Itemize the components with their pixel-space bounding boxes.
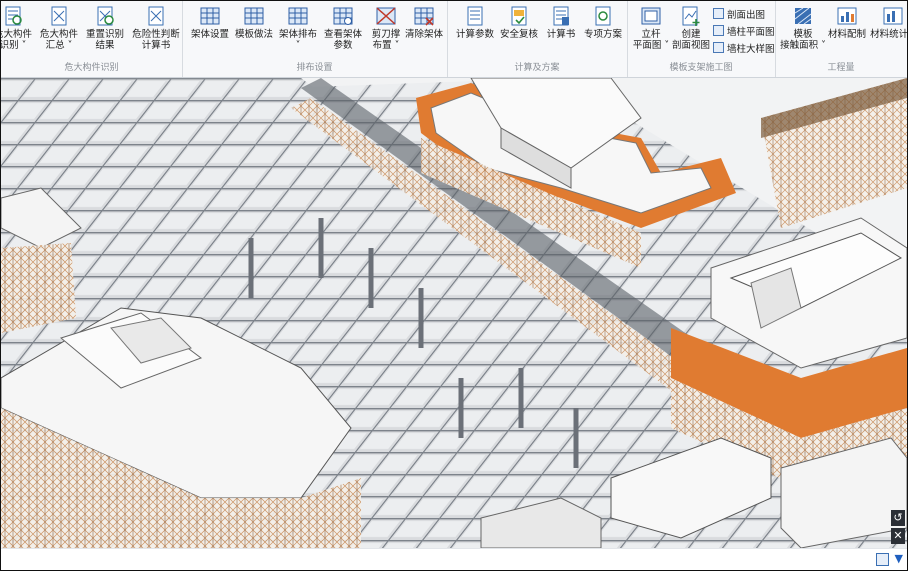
scissor-brace-icon: [375, 5, 397, 27]
calc-report-icon: [550, 5, 572, 27]
app-window: 危大构件 识别 ˅ 危大构件 汇总 ˅ 重置识别 结果 危险性判断 计算书: [0, 0, 908, 571]
risk-calc-report-button[interactable]: 危险性判断 计算书: [129, 5, 183, 51]
layer-icon[interactable]: [876, 553, 889, 566]
group-label-calc: 计算及方案: [514, 63, 560, 73]
calc-params-icon: [464, 5, 486, 27]
hazard-summary-button[interactable]: 危大构件 汇总 ˅: [35, 5, 83, 51]
summary-icon: [48, 5, 70, 27]
safety-check-icon: [508, 5, 530, 27]
group-label-quantity: 工程量: [827, 63, 855, 73]
reset-icon: [94, 5, 116, 27]
formwork-method-button[interactable]: 模板做法: [230, 5, 278, 40]
group-label-hazard: 危大构件识别: [64, 63, 119, 73]
building-model-render: [1, 78, 907, 548]
3d-viewport[interactable]: ↺ ✕: [1, 78, 907, 548]
material-stats-button[interactable]: 材料统计 ˅: [869, 5, 907, 40]
section-view-icon: [680, 5, 702, 27]
params-icon: [332, 5, 354, 27]
hazard-identify-button[interactable]: 危大构件 识别 ˅: [1, 5, 37, 51]
safety-check-button[interactable]: 安全复核: [495, 5, 543, 40]
material-stats-icon: [882, 5, 904, 27]
special-plan-button[interactable]: 专项方案: [579, 5, 627, 40]
frame-grid-icon: [199, 5, 221, 27]
frame-arrange-button[interactable]: 架体排布 ˅: [274, 5, 322, 51]
material-config-button[interactable]: 材料配制: [823, 5, 871, 40]
filter-icon[interactable]: ▼: [895, 552, 903, 565]
section-drawing-button[interactable]: 剖面出图: [713, 6, 765, 21]
frame-settings-button[interactable]: 架体设置: [186, 5, 234, 40]
group-label-drawings: 模板支架施工图: [669, 63, 733, 73]
ribbon-group-layout: 架体设置 模板做法 架体排布 ˅ 查看架体 参数 剪刀撑 布置 ˅ 清除架体 排…: [182, 1, 448, 77]
calc-params-button[interactable]: 计算参数: [451, 5, 499, 40]
ribbon-group-drawings: 立杆 平面图 ˅ 创建 剖面视图 剖面出图 墙柱平面图 墙柱大样图 模板支架施工…: [627, 1, 776, 77]
view-frame-params-button[interactable]: 查看架体 参数: [319, 5, 367, 51]
clear-icon: [413, 5, 435, 27]
calc-report-button[interactable]: 计算书: [537, 5, 585, 40]
wall-column-detail-button[interactable]: 墙柱大样图: [713, 40, 775, 55]
report-icon: [145, 5, 167, 27]
special-plan-icon: [592, 5, 614, 27]
ribbon-group-hazard: 危大构件 识别 ˅ 危大构件 汇总 ˅ 重置识别 结果 危险性判断 计算书: [1, 1, 183, 77]
identify-icon: [2, 5, 24, 27]
wall-column-plan-icon: [713, 25, 724, 36]
clear-frame-button[interactable]: 清除架体: [400, 5, 448, 40]
ribbon-group-calc: 计算参数 安全复核 计算书 专项方案 计算及方案: [447, 1, 628, 77]
create-section-view-button[interactable]: 创建 剖面视图: [667, 5, 715, 51]
arrange-icon: [287, 5, 309, 27]
ribbon-toolbar: 危大构件 识别 ˅ 危大构件 汇总 ˅ 重置识别 结果 危险性判断 计算书: [1, 1, 907, 78]
material-config-icon: [836, 5, 858, 27]
area-icon: [792, 5, 814, 27]
formwork-icon: [243, 5, 265, 27]
pole-plan-icon: [640, 5, 662, 27]
wall-column-detail-icon: [713, 42, 724, 53]
status-bar: ▼: [1, 548, 907, 570]
wall-column-plan-button[interactable]: 墙柱平面图: [713, 23, 775, 38]
group-label-layout: 排布设置: [296, 63, 333, 73]
reset-identify-button[interactable]: 重置识别 结果: [81, 5, 129, 51]
undo-icon[interactable]: ↺: [891, 510, 905, 526]
close-icon[interactable]: ✕: [891, 528, 905, 544]
ribbon-group-quantity: 模板 接触面积 ˅ 材料配制 材料统计 ˅ 工程量: [775, 1, 907, 77]
formwork-area-button[interactable]: 模板 接触面积 ˅: [779, 5, 827, 51]
section-drawing-icon: [713, 8, 724, 19]
